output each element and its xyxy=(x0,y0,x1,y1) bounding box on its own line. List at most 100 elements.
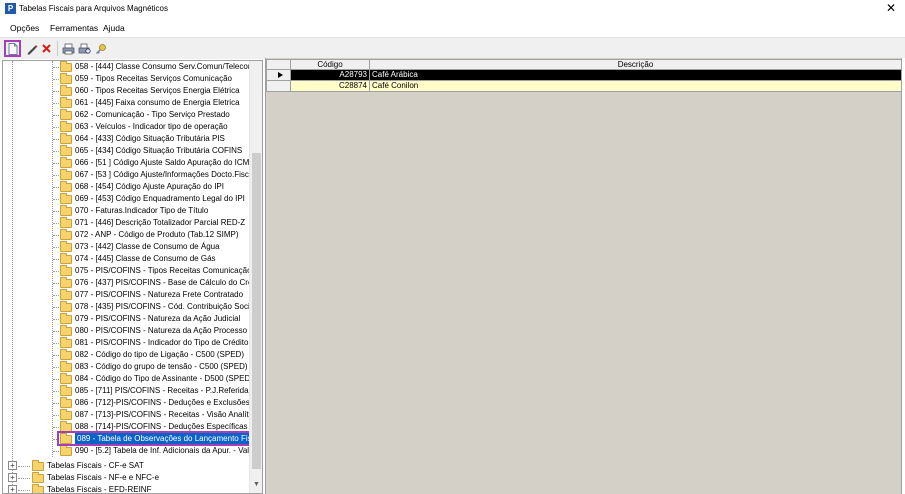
folder-icon xyxy=(60,397,72,408)
tree-item[interactable]: 059 - Tipos Receitas Serviços Comunicaçã… xyxy=(3,73,250,85)
tree-connector xyxy=(53,79,59,80)
tree-connector xyxy=(53,307,59,308)
print-preview-icon xyxy=(78,43,91,54)
tree-item[interactable]: 083 - Código do grupo de tensão - C500 (… xyxy=(3,361,250,373)
new-button[interactable] xyxy=(4,40,21,57)
close-button[interactable]: ✕ xyxy=(881,0,901,18)
tree-item[interactable]: 076 - [437] PIS/COFINS - Base de Cálculo… xyxy=(3,277,250,289)
delete-button[interactable] xyxy=(38,40,55,57)
folder-icon xyxy=(60,73,72,84)
expand-plus-icon[interactable]: + xyxy=(8,473,17,482)
tree-item[interactable]: 082 - Código do tipo de Ligação - C500 (… xyxy=(3,349,250,361)
folder-icon xyxy=(60,433,72,444)
tree-item-label: 075 - PIS/COFINS - Tipos Receitas Comuni… xyxy=(75,266,250,275)
tree-connector xyxy=(53,331,59,332)
folder-icon xyxy=(60,265,72,276)
print-button[interactable] xyxy=(60,40,77,57)
edit-pencil-icon xyxy=(27,44,37,54)
tree-item[interactable]: 067 - [53 ] Código Ajuste/Informações Do… xyxy=(3,169,250,181)
tree-item[interactable]: 072 - ANP - Código de Produto (Tab.12 SI… xyxy=(3,229,250,241)
tree-item[interactable]: 080 - PIS/COFINS - Natureza da Ação Proc… xyxy=(3,325,250,337)
tree-item[interactable]: 071 - [446] Descrição Totalizador Parcia… xyxy=(3,217,250,229)
tree-connector xyxy=(53,271,59,272)
folder-icon xyxy=(60,301,72,312)
tree-item[interactable]: 084 - Código do Tipo de Assinante - D500… xyxy=(3,373,250,385)
print-preview-button[interactable] xyxy=(76,40,93,57)
folder-icon xyxy=(60,349,72,360)
scroll-down-icon[interactable]: ▼ xyxy=(250,481,262,491)
tree-item[interactable]: 077 - PIS/COFINS - Natureza Frete Contra… xyxy=(3,289,250,301)
cell-codigo[interactable]: C28874 xyxy=(290,81,370,92)
tree-root-label: Tabelas Fiscais - EFD-REINF xyxy=(47,485,152,494)
folder-icon xyxy=(60,85,72,96)
tree-item[interactable]: 066 - [51 ] Código Ajuste Saldo Apuração… xyxy=(3,157,250,169)
row-indicator xyxy=(266,81,291,92)
search-button[interactable] xyxy=(92,40,109,57)
expand-plus-icon[interactable]: + xyxy=(8,461,17,470)
tree-item[interactable]: 064 - [433] Código Situação Tributária P… xyxy=(3,133,250,145)
tree-item[interactable]: 061 - [445] Faixa consumo de Energia Ele… xyxy=(3,97,250,109)
table-row[interactable]: A28793 Café Arábica xyxy=(266,70,902,81)
column-header-descricao[interactable]: Descrição xyxy=(369,59,902,70)
tree-item[interactable]: 079 - PIS/COFINS - Natureza da Ação Judi… xyxy=(3,313,250,325)
tree-item[interactable]: 060 - Tipos Receitas Serviços Energia El… xyxy=(3,85,250,97)
tree-item[interactable]: 074 - [445] Classe de Consumo de Gás xyxy=(3,253,250,265)
tree-item-label: 062 - Comunicação - Tipo Serviço Prestad… xyxy=(75,110,230,119)
tree-item[interactable]: 063 - Veículos - Indicador tipo de opera… xyxy=(3,121,250,133)
grid-header: Código Descrição xyxy=(266,59,902,70)
tree-item[interactable]: 090 - [5.2] Tabela de Inf. Adicionais da… xyxy=(3,445,250,457)
tree-item-label: 058 - [444] Classe Consumo Serv.Comun/Te… xyxy=(75,62,250,71)
menu-ferramentas[interactable]: Ferramentas xyxy=(50,22,98,34)
tree-item[interactable]: 065 - [434] Código Situação Tributária C… xyxy=(3,145,250,157)
tree-connector xyxy=(53,391,59,392)
tree-item[interactable]: 075 - PIS/COFINS - Tipos Receitas Comuni… xyxy=(3,265,250,277)
folder-icon xyxy=(60,289,72,300)
tree-scrollbar[interactable]: ▼ xyxy=(249,61,262,493)
menu-opcoes[interactable]: Opções xyxy=(10,22,39,34)
grid-header-indicator xyxy=(266,59,291,70)
row-indicator xyxy=(266,70,291,81)
tree-item[interactable]: 086 - [712]-PIS/COFINS - Deduções e Excl… xyxy=(3,397,250,409)
tree-item[interactable]: 073 - [442] Classe de Consumo de Água xyxy=(3,241,250,253)
tree-connector xyxy=(53,295,59,296)
menu-ajuda[interactable]: Ajuda xyxy=(103,22,125,34)
tree-item[interactable]: 069 - [453] Código Enquadramento Legal d… xyxy=(3,193,250,205)
tree-connector xyxy=(53,367,59,368)
tree-item-label: 081 - PIS/COFINS - Indicador do Tipo de … xyxy=(75,338,249,347)
tree-item[interactable]: 087 - [713]-PIS/COFINS - Receitas - Visã… xyxy=(3,409,250,421)
tree-root-item[interactable]: + Tabelas Fiscais - NF-e e NFC-e xyxy=(3,472,250,484)
tree-item[interactable]: 081 - PIS/COFINS - Indicador do Tipo de … xyxy=(3,337,250,349)
tree-item[interactable]: 070 - Faturas.Indicador Tipo de Título xyxy=(3,205,250,217)
tree-connector xyxy=(53,67,59,68)
folder-icon xyxy=(60,169,72,180)
tree-view[interactable]: 058 - [444] Classe Consumo Serv.Comun/Te… xyxy=(2,60,263,494)
tree-item[interactable]: 078 - [435] PIS/COFINS - Cód. Contribuiç… xyxy=(3,301,250,313)
cell-codigo[interactable]: A28793 xyxy=(290,70,370,81)
cell-descricao[interactable]: Café Conilon xyxy=(369,81,902,92)
expand-plus-icon[interactable]: + xyxy=(8,485,17,493)
folder-icon xyxy=(32,460,44,471)
folder-icon xyxy=(60,421,72,432)
cell-descricao[interactable]: Café Arábica xyxy=(369,70,902,81)
tree-root-label: Tabelas Fiscais - NF-e e NFC-e xyxy=(47,473,160,482)
tree-item[interactable]: 062 - Comunicação - Tipo Serviço Prestad… xyxy=(3,109,250,121)
tree-item[interactable]: 085 - [711] PIS/COFINS - Receitas - P.J.… xyxy=(3,385,250,397)
tree-connector xyxy=(53,199,59,200)
window-title: Tabelas Fiscais para Arquivos Magnéticos xyxy=(19,4,168,13)
tree-item[interactable]: 088 - [714]-PIS/COFINS - Deduções Especí… xyxy=(3,421,250,433)
table-row[interactable]: C28874 Café Conilon xyxy=(266,81,902,92)
tree-item[interactable]: 058 - [444] Classe Consumo Serv.Comun/Te… xyxy=(3,61,250,73)
tree-root-item[interactable]: + Tabelas Fiscais - CF-e SAT xyxy=(3,460,250,472)
tree-item-label: 064 - [433] Código Situação Tributária P… xyxy=(75,134,225,143)
tree-connector xyxy=(53,211,59,212)
tree-item-label: 072 - ANP - Código de Produto (Tab.12 SI… xyxy=(75,230,239,239)
tree-item-label: 070 - Faturas.Indicador Tipo de Título xyxy=(75,206,209,215)
tree-connector xyxy=(53,223,59,224)
folder-icon xyxy=(60,121,72,132)
scrollbar-thumb[interactable] xyxy=(252,153,261,469)
tree-item-label: 066 - [51 ] Código Ajuste Saldo Apuração… xyxy=(75,158,250,167)
column-header-codigo[interactable]: Código xyxy=(290,59,370,70)
tree-item[interactable]: 068 - [454] Código Ajuste Apuração do IP… xyxy=(3,181,250,193)
tree-root-item[interactable]: + Tabelas Fiscais - EFD-REINF xyxy=(3,484,250,494)
tree-item[interactable]: 089 - Tabela de Observações do Lançament… xyxy=(3,433,250,445)
